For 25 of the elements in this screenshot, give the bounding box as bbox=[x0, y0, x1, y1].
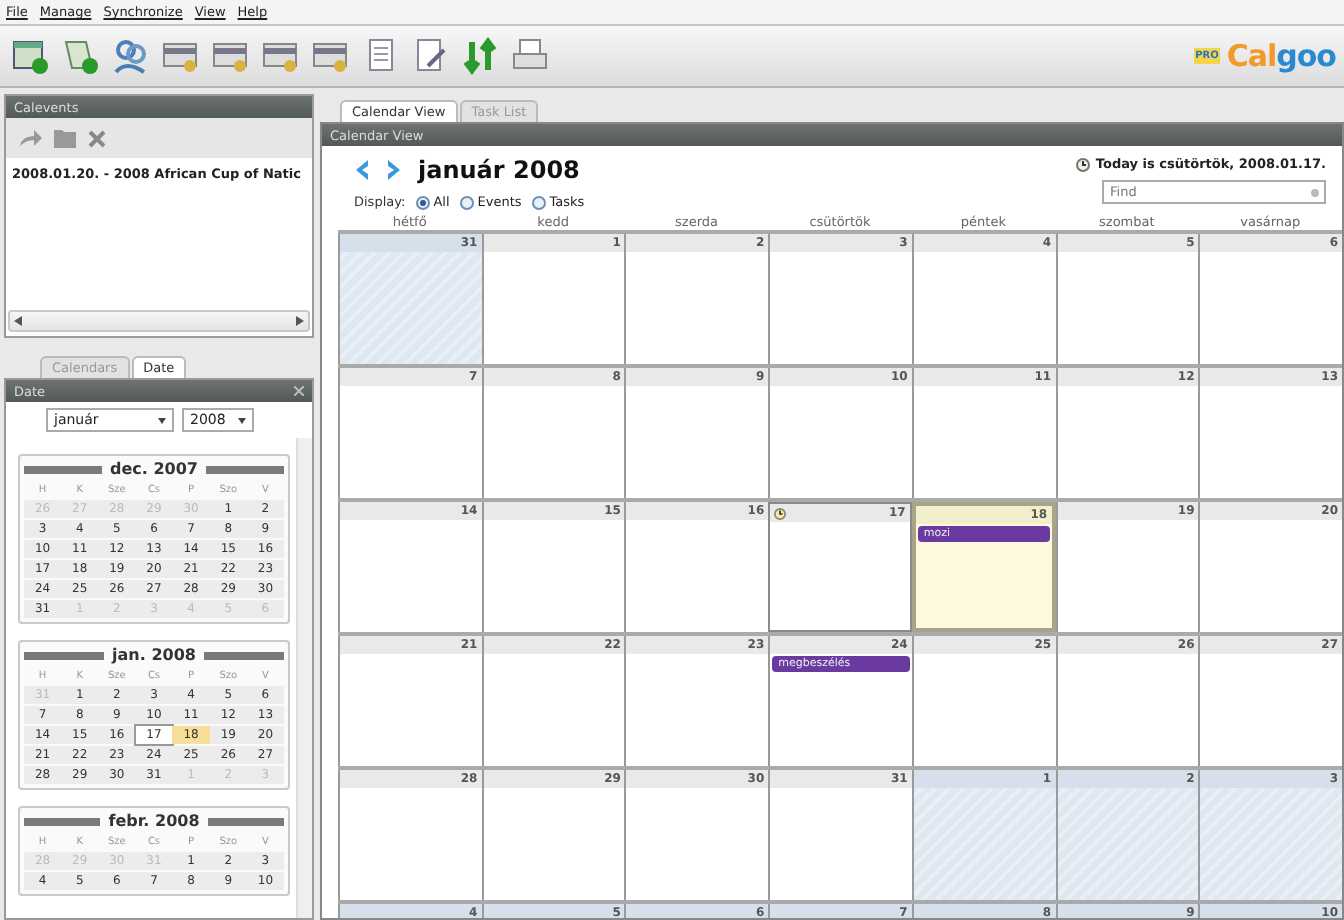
month-title: febr. 2008 bbox=[108, 812, 200, 830]
caret-icon bbox=[158, 417, 166, 423]
document-add-icon bbox=[60, 36, 100, 76]
forward-arrow-icon bbox=[18, 128, 42, 148]
close-icon[interactable] bbox=[294, 386, 304, 396]
next-button[interactable] bbox=[386, 160, 402, 180]
clock-icon bbox=[774, 507, 787, 519]
vertical-scrollbar[interactable] bbox=[296, 438, 312, 918]
clock-icon bbox=[1075, 157, 1090, 171]
clear-icon bbox=[1310, 187, 1320, 197]
month-title: jan. 2008 bbox=[112, 646, 196, 664]
previous-button[interactable] bbox=[354, 160, 370, 180]
calgoo-logo: Calgoo bbox=[1226, 38, 1336, 74]
toolbar-button[interactable] bbox=[458, 34, 502, 78]
month-title: január 2008 bbox=[418, 156, 580, 184]
people-icon bbox=[110, 36, 150, 76]
right-arrow-icon bbox=[296, 316, 304, 326]
left-arrow-icon bbox=[14, 316, 22, 326]
horizontal-scrollbar[interactable] bbox=[8, 310, 310, 332]
caret-icon bbox=[238, 417, 246, 423]
month-title: dec. 2007 bbox=[110, 460, 198, 478]
folder-icon bbox=[54, 128, 76, 148]
calendar-add-icon bbox=[10, 36, 50, 76]
close-icon[interactable] bbox=[88, 129, 106, 147]
sync-arrows-icon bbox=[460, 36, 500, 76]
